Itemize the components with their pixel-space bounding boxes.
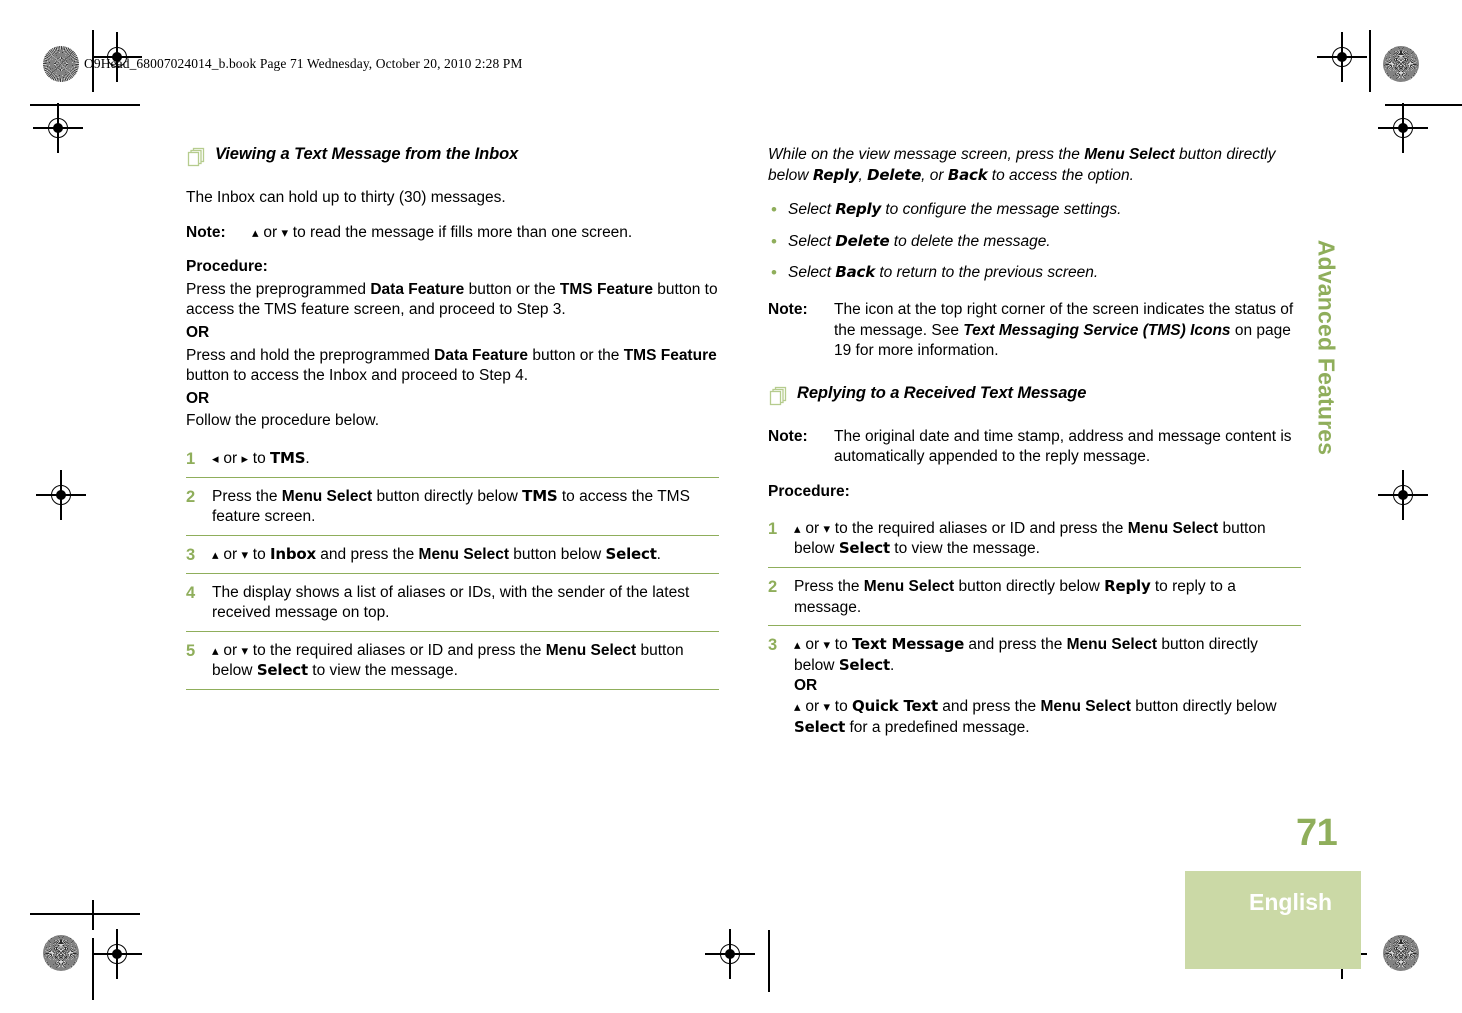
step-item: 1 ▴ or ▾ to the required aliases or ID a…	[768, 519, 1301, 568]
down-arrow-icon: ▾	[823, 698, 831, 714]
halftone-rosette-icon	[43, 935, 79, 971]
registration-target-icon	[705, 929, 755, 979]
language-tab: English	[1185, 871, 1361, 969]
trim-line	[92, 900, 94, 930]
page-body: Viewing a Text Message from the Inbox Th…	[186, 145, 1301, 845]
down-arrow-icon: ▾	[823, 637, 831, 653]
step-number: 1	[768, 519, 778, 538]
list-item: Select Back to return to the previous sc…	[768, 262, 1301, 284]
right-column: While on the view message screen, press …	[768, 145, 1301, 754]
step-item: 5 ▴ or ▾ to the required aliases or ID a…	[186, 641, 719, 690]
step-number: 1	[186, 450, 196, 469]
view-message-intro: While on the view message screen, press …	[768, 146, 1276, 184]
trim-line	[1385, 104, 1462, 106]
note-body: The original date and time stamp, addres…	[834, 427, 1292, 466]
halftone-rosette-icon	[43, 46, 79, 82]
list-item: Select Delete to delete the message.	[768, 231, 1301, 253]
step-text: Press the Menu Select button directly be…	[794, 576, 1236, 616]
stacked-pages-icon	[186, 147, 206, 172]
step-number: 2	[186, 487, 196, 506]
note-scroll-message: Note: ▴ or ▾ to read the message if fill…	[186, 223, 719, 244]
page-number: 71	[1296, 812, 1338, 854]
registration-target-icon	[1317, 32, 1367, 82]
down-arrow-icon: ▾	[281, 224, 289, 240]
procedure-label-left: Procedure:	[186, 258, 268, 276]
step-number: 4	[186, 583, 196, 602]
registration-target-icon	[36, 470, 86, 520]
down-arrow-icon: ▾	[241, 546, 249, 562]
step-or-label: OR	[794, 677, 818, 695]
section-heading-label: Viewing a Text Message from the Inbox	[215, 145, 519, 163]
procedure-option-3: Follow the procedure below.	[186, 412, 380, 430]
stacked-pages-icon	[768, 386, 788, 411]
option-bullet-list: Select Reply to configure the message se…	[768, 199, 1301, 284]
trim-line	[768, 930, 770, 992]
halftone-rosette-icon	[1383, 46, 1419, 82]
note-body: ▴ or ▾ to read the message if fills more…	[252, 223, 633, 241]
up-arrow-icon: ▴	[212, 546, 220, 562]
step-number: 3	[768, 636, 778, 655]
note-label: Note:	[768, 427, 808, 445]
step-number: 5	[186, 641, 196, 660]
up-arrow-icon: ▴	[252, 224, 260, 240]
step-text: ▴ or ▾ to Inbox and press the Menu Selec…	[212, 544, 661, 563]
trim-line	[30, 104, 140, 106]
section-heading-label: Replying to a Received Text Message	[797, 383, 1087, 402]
procedure-or-2: OR	[186, 389, 210, 407]
list-item: Select Reply to configure the message se…	[768, 199, 1301, 221]
trim-line	[30, 913, 140, 915]
book-file-header: O9Head_68007024014_b.book Page 71 Wednes…	[84, 56, 523, 71]
note-reply-append: Note: The original date and time stamp, …	[768, 427, 1301, 468]
step-text: ◂ or ▸ to TMS.	[212, 449, 310, 468]
step-item: 4 The display shows a list of aliases or…	[186, 583, 719, 632]
step-item: 1 ◂ or ▸ to TMS.	[186, 449, 719, 478]
procedure-or-1: OR	[186, 324, 210, 342]
step-text: ▴ or ▾ to Text Message and press the Men…	[794, 635, 1277, 736]
note-body: The icon at the top right corner of the …	[834, 301, 1294, 360]
step-text: The display shows a list of aliases or I…	[212, 583, 690, 622]
step-item: 3 ▴ or ▾ to Text Message and press the M…	[768, 635, 1301, 745]
note-status-icon: Note: The icon at the top right corner o…	[768, 300, 1301, 362]
step-text: ▴ or ▾ to the required aliases or ID and…	[212, 641, 684, 680]
step-item: 2 Press the Menu Select button directly …	[186, 487, 719, 536]
step-number: 3	[186, 545, 196, 564]
language-tab-label: English	[1249, 889, 1333, 915]
section-heading-replying: Replying to a Received Text Message	[768, 384, 1301, 411]
registration-target-icon	[1378, 103, 1428, 153]
up-arrow-icon: ▴	[212, 642, 220, 658]
up-arrow-icon: ▴	[794, 698, 802, 714]
section-heading-viewing-text-message: Viewing a Text Message from the Inbox	[186, 145, 719, 172]
step-text: ▴ or ▾ to the required aliases or ID and…	[794, 519, 1266, 558]
chapter-tab: Advanced Features	[1306, 197, 1346, 497]
registration-target-icon	[33, 103, 83, 153]
note-label: Note:	[186, 223, 226, 241]
procedure-label-right: Procedure:	[768, 483, 850, 501]
step-item: 3 ▴ or ▾ to Inbox and press the Menu Sel…	[186, 545, 719, 574]
down-arrow-icon: ▾	[241, 642, 249, 658]
procedure-option-1: Press the preprogrammed Data Feature but…	[186, 280, 718, 319]
trim-line	[1369, 30, 1371, 92]
step-item: 2 Press the Menu Select button directly …	[768, 576, 1301, 627]
step-list-left: 1 ◂ or ▸ to TMS. 2 Press the Menu Select…	[186, 449, 719, 690]
left-arrow-icon: ◂	[212, 451, 220, 467]
registration-target-icon	[1378, 470, 1428, 520]
trim-line	[92, 938, 94, 1000]
right-arrow-icon: ▸	[241, 451, 249, 467]
step-text: Press the Menu Select button directly be…	[212, 486, 690, 526]
up-arrow-icon: ▴	[794, 637, 802, 653]
chapter-tab-label: Advanced Features	[1313, 239, 1340, 455]
step-number: 2	[768, 577, 778, 596]
registration-target-icon	[92, 929, 142, 979]
step-list-right: 1 ▴ or ▾ to the required aliases or ID a…	[768, 519, 1301, 745]
inbox-capacity-text: The Inbox can hold up to thirty (30) mes…	[186, 189, 506, 206]
note-label: Note:	[768, 301, 808, 319]
procedure-option-2: Press and hold the preprogrammed Data Fe…	[186, 346, 717, 385]
left-column: Viewing a Text Message from the Inbox Th…	[186, 145, 719, 699]
halftone-rosette-icon	[1383, 935, 1419, 971]
up-arrow-icon: ▴	[794, 520, 802, 536]
down-arrow-icon: ▾	[823, 520, 831, 536]
